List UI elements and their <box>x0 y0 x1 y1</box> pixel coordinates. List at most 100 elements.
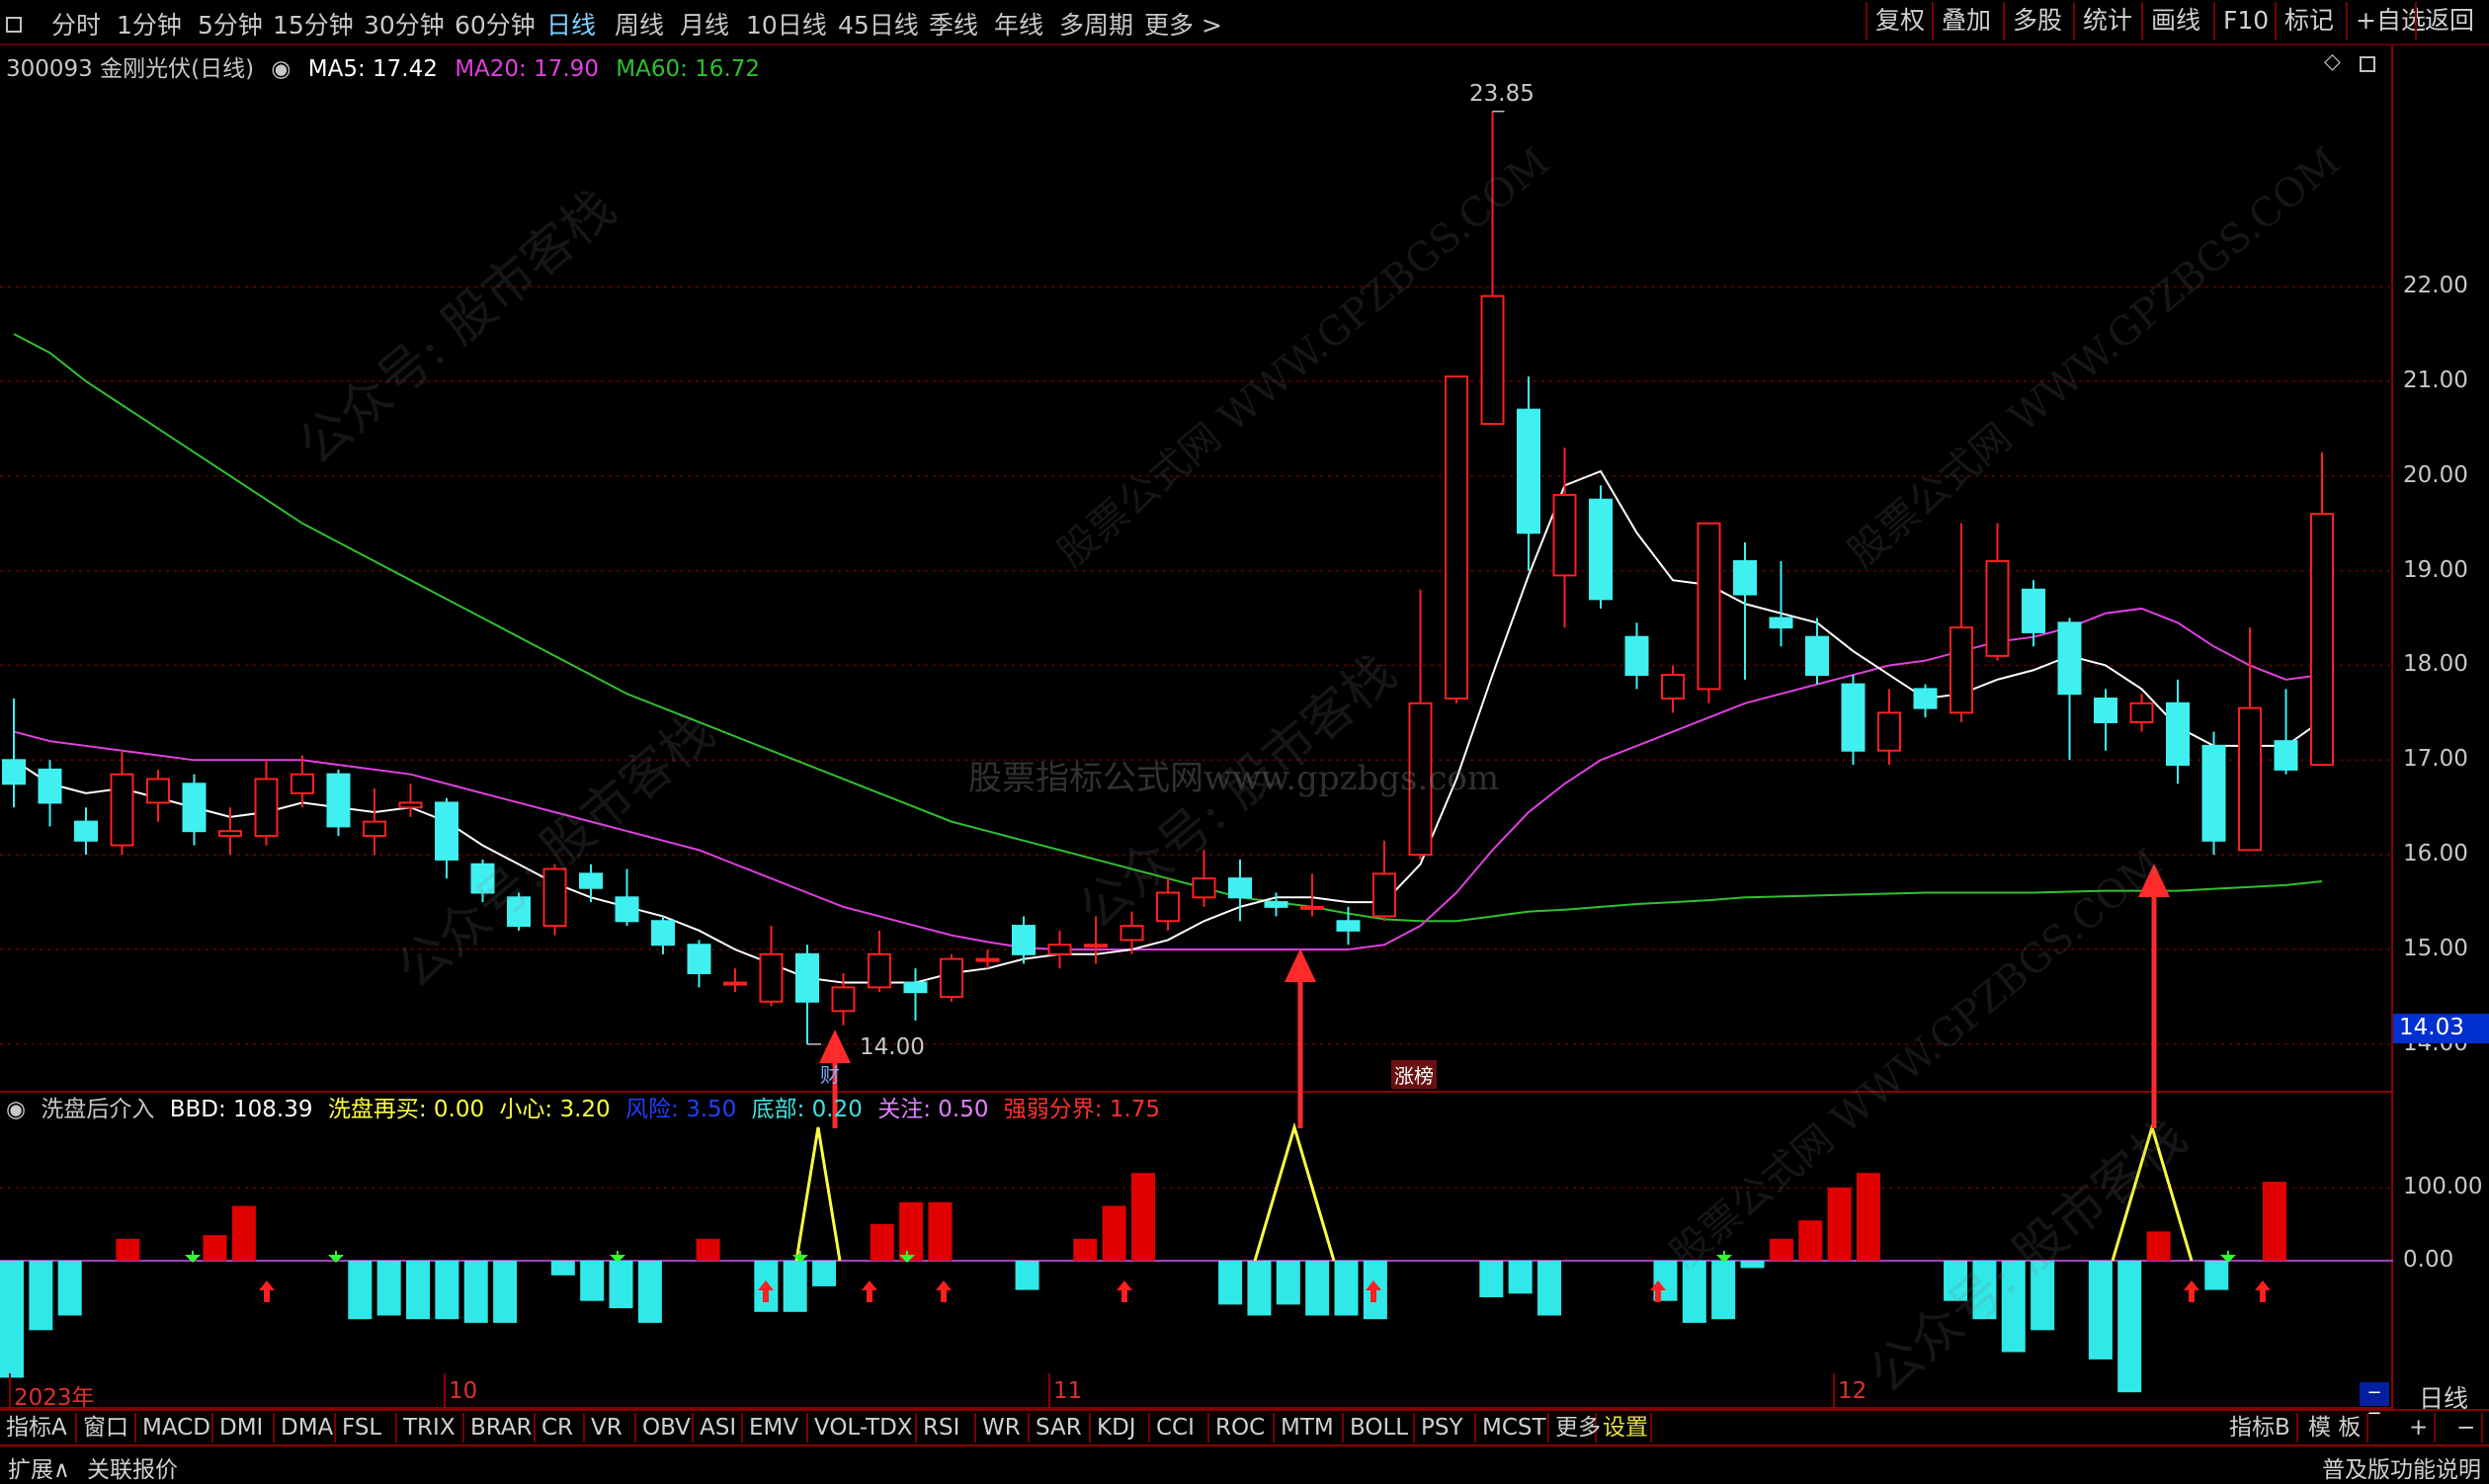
candle-57 <box>2057 618 2082 761</box>
indicator-tab-22[interactable]: PSY <box>1415 1413 1476 1443</box>
candle-60 <box>2166 679 2190 784</box>
indicator-tab-16[interactable]: SAR <box>1030 1413 1091 1443</box>
bbd-bar-15 <box>435 1261 459 1320</box>
bbd-bar-51 <box>1479 1261 1504 1297</box>
expand-button[interactable]: 扩展∧ <box>8 1450 70 1484</box>
candle-3 <box>110 750 134 856</box>
candle-body-21 <box>759 952 784 1003</box>
indicator-tab-23[interactable]: MCST <box>1476 1413 1549 1443</box>
bbd-value: BBD: 108.39 <box>169 1097 313 1122</box>
indicator-tab-19[interactable]: ROC <box>1209 1413 1275 1443</box>
indicator-tab-4[interactable]: DMA <box>275 1413 336 1443</box>
indicator-tab-13[interactable]: VOL-TDX <box>808 1413 917 1443</box>
candle-7 <box>254 760 279 846</box>
indicator-tab-24[interactable]: 更多 <box>1549 1413 1601 1443</box>
bbd-bar-16 <box>463 1261 488 1323</box>
zhangbang-marker[interactable]: 涨榜 <box>1391 1060 1437 1089</box>
bbd-bar-37 <box>1073 1238 1098 1261</box>
indicator-right-button-1[interactable]: 模 板 <box>2302 1413 2369 1443</box>
candle-body-22 <box>795 952 819 1003</box>
candle-55 <box>1985 523 2010 661</box>
candle-48 <box>1733 541 1757 680</box>
indicator-tab-2[interactable]: MACD <box>136 1413 213 1443</box>
candle-body-51 <box>1841 683 1866 752</box>
bbd-bar-61 <box>1769 1238 1793 1261</box>
current-price-tag: 14.03 <box>2393 1014 2489 1043</box>
indicator-tab-3[interactable]: DMI <box>213 1413 275 1443</box>
indicator-tab-8[interactable]: CR <box>536 1413 585 1443</box>
indicator-tab-0[interactable]: 指标A <box>0 1413 77 1443</box>
candle-49 <box>1769 561 1793 647</box>
candle-body-12 <box>435 801 458 861</box>
fengxian-value: 风险: 3.50 <box>625 1097 737 1122</box>
status-bar: 扩展∧ 关联报价 普及版功能说明 <box>0 1444 2489 1483</box>
bbd-bar-46 <box>1334 1261 1359 1316</box>
candle-47 <box>1697 522 1721 703</box>
candle-body-7 <box>254 778 279 837</box>
indicator-tab-20[interactable]: MTM <box>1275 1413 1344 1443</box>
ma60-line <box>13 333 2323 923</box>
indicator-right-button-2[interactable]: + <box>2403 1413 2437 1443</box>
bbd-bar-44 <box>1276 1261 1300 1305</box>
indicator-tab-1[interactable]: 窗口 <box>77 1413 136 1443</box>
candle-body-59 <box>2129 701 2154 723</box>
candle-35 <box>1264 892 1288 917</box>
scroll-indicator[interactable]: −− <box>2360 1382 2389 1424</box>
indicator-settings-icon[interactable]: ◉ <box>6 1097 26 1122</box>
buy-arrow-7 <box>2184 1280 2199 1302</box>
indicator-tab-12[interactable]: EMV <box>743 1413 808 1443</box>
candle-30 <box>1084 916 1108 964</box>
related-quote-button[interactable]: 关联报价 <box>87 1450 178 1484</box>
candle-13 <box>470 859 495 903</box>
candle-body-50 <box>1805 635 1829 677</box>
indicator-name[interactable]: 洗盘后介入 <box>41 1097 154 1122</box>
candle-body-32 <box>1156 891 1180 923</box>
ind-axis-label-0: 100.00 <box>2403 1174 2483 1199</box>
candle-body-38 <box>1372 872 1396 918</box>
candle-1 <box>38 760 62 827</box>
bbd-bar-30 <box>870 1224 894 1261</box>
candle-body-34 <box>1228 877 1252 899</box>
candle-body-9 <box>326 773 351 828</box>
kline-chart[interactable] <box>0 0 2489 1409</box>
candle-body-41 <box>1480 294 1505 426</box>
candle-10 <box>363 788 386 856</box>
indicator-info-line: ◉ 洗盘后介入 BBD: 108.39 洗盘再买: 0.00 小心: 3.20 … <box>6 1090 1168 1123</box>
indicator-tab-18[interactable]: CCI <box>1150 1413 1209 1443</box>
candle-45 <box>1624 622 1649 690</box>
cai-marker[interactable]: 财 <box>820 1059 840 1088</box>
indicator-tab-5[interactable]: FSL <box>336 1413 397 1443</box>
indicator-tab-6[interactable]: TRIX <box>397 1413 464 1443</box>
indicator-right-button-0[interactable]: 指标B <box>2223 1413 2298 1443</box>
indicator-tab-11[interactable]: ASI <box>694 1413 743 1443</box>
bbd-bar-0 <box>0 1261 24 1378</box>
indicator-tab-14[interactable]: RSI <box>917 1413 976 1443</box>
bbd-bar-69 <box>2001 1261 2026 1353</box>
bbd-bar-60 <box>1740 1261 1765 1269</box>
bbd-bar-13 <box>376 1261 401 1316</box>
indicator-tab-25[interactable]: 设置 <box>1597 1413 1652 1443</box>
candle-body-27 <box>975 957 1000 962</box>
candle-40 <box>1445 375 1468 703</box>
indicator-tab-17[interactable]: KDJ <box>1091 1413 1150 1443</box>
indicator-tab-21[interactable]: BOLL <box>1344 1413 1415 1443</box>
candle-19 <box>687 940 711 988</box>
candle-33 <box>1192 850 1216 907</box>
version-info-link[interactable]: 普及版功能说明 <box>2322 1450 2481 1484</box>
indicator-tab-7[interactable]: BRAR <box>464 1413 536 1443</box>
candle-body-1 <box>38 768 62 804</box>
candle-5 <box>182 774 207 846</box>
guanzhu-value: 关注: 0.50 <box>877 1097 989 1122</box>
candle-21 <box>759 926 784 1007</box>
candle-body-57 <box>2057 621 2082 696</box>
candle-body-25 <box>903 981 928 994</box>
indicator-tab-9[interactable]: VR <box>585 1413 636 1443</box>
price-axis-label-6: 16.00 <box>2403 841 2468 867</box>
indicator-tab-10[interactable]: OBV <box>636 1413 694 1443</box>
indicator-right-button-3[interactable]: − <box>2450 1413 2484 1443</box>
candle-body-60 <box>2166 701 2190 767</box>
buy-arrow-3 <box>936 1280 952 1302</box>
indicator-tab-15[interactable]: WR <box>976 1413 1030 1443</box>
bbd-bar-14 <box>406 1261 431 1320</box>
buy-arrow-2 <box>862 1280 877 1302</box>
